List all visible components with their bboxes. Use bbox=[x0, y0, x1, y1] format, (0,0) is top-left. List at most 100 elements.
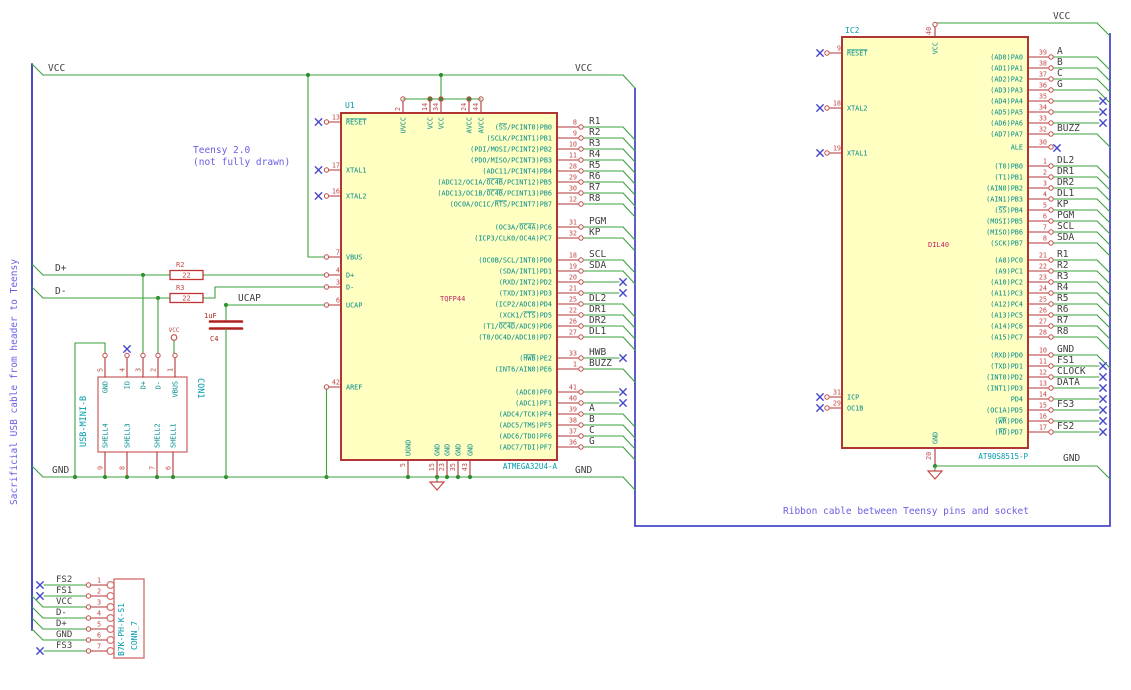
pin-name: (T1/OC4D/ADC9)PD6 bbox=[482, 323, 552, 331]
pin-name: UGND bbox=[405, 440, 413, 456]
note-teensy-1: Teensy 2.0 bbox=[193, 145, 250, 156]
pin-number: 19 bbox=[833, 145, 841, 153]
net-label: B bbox=[589, 414, 595, 425]
pin-name: D- bbox=[346, 284, 354, 292]
box-entry bbox=[1096, 78, 1111, 93]
bus-entry bbox=[31, 465, 44, 478]
pin-name: (A15)PC7 bbox=[990, 334, 1023, 342]
r2-resistor[interactable]: R222 bbox=[169, 261, 204, 281]
pin-end bbox=[1048, 144, 1054, 150]
pin-name: VBUS bbox=[172, 381, 180, 397]
net-label: R1 bbox=[589, 116, 601, 127]
no-connect-icon bbox=[619, 289, 627, 297]
pin-name: (MOSI)PB5 bbox=[986, 218, 1023, 226]
pin-end bbox=[824, 394, 830, 400]
pin-end bbox=[1048, 196, 1054, 202]
pin-name: AREF bbox=[346, 384, 362, 392]
pin-number: 31 bbox=[569, 219, 577, 227]
pin-name: AVCC bbox=[466, 117, 474, 133]
pin-name: GND bbox=[467, 444, 475, 456]
net-label: C bbox=[589, 425, 595, 436]
net-label: DL2 bbox=[589, 293, 606, 304]
pin-number: 33 bbox=[569, 350, 577, 358]
pin-name: (T1)PB1 bbox=[994, 174, 1023, 182]
r3-resistor[interactable]: R322 bbox=[169, 284, 204, 304]
gnd-power-symbol[interactable] bbox=[428, 476, 446, 491]
pin-end bbox=[578, 179, 584, 185]
net-label: A bbox=[1057, 46, 1063, 57]
box-entry bbox=[622, 137, 636, 152]
net-label: FS2 bbox=[56, 575, 72, 585]
ic2-symbol[interactable]: IC2DIL40AT90S8515-P40VCC20GND9RESET18XTA… bbox=[816, 21, 1061, 465]
note-ribbon: Ribbon cable between Teensy pins and soc… bbox=[783, 506, 1029, 517]
net-label: CLOCK bbox=[1057, 366, 1086, 377]
pin-name: (T0)PB0 bbox=[994, 163, 1023, 171]
net-label: R2 bbox=[1057, 260, 1068, 271]
c4-capacitor[interactable]: 1uF C4 bbox=[204, 304, 244, 478]
pin-number: 15 bbox=[428, 463, 436, 471]
no-connect-icon bbox=[123, 345, 131, 353]
pin-name: OC1B bbox=[847, 405, 863, 413]
pin-name: (OC0A/OC1C/RTS/PCINT7)PB7 bbox=[450, 201, 552, 209]
pin-end bbox=[1048, 76, 1054, 82]
usb-cable-bus[interactable]: Sacrificial USB cable from header to Tee… bbox=[9, 63, 44, 655]
pin-end bbox=[1048, 65, 1054, 71]
conn7-pin-circle bbox=[106, 635, 115, 644]
pin-end bbox=[578, 157, 584, 163]
conn7-symbol[interactable]: B7K-PH-K-S1 CONN_7 1 FS2 2 FS1 3 VCC 4 D- 5 D+ 6 GND 7… bbox=[56, 575, 145, 659]
pin-end bbox=[1048, 240, 1054, 246]
pin-number: 30 bbox=[569, 185, 577, 193]
pin-name: (ADC13/OC1B/OC4B/PCINT13)PB6 bbox=[437, 190, 552, 198]
pin-end bbox=[1048, 268, 1054, 274]
pin-end bbox=[578, 312, 584, 318]
box-entry bbox=[622, 325, 636, 340]
pin-end bbox=[85, 648, 92, 654]
pin-number: 8 bbox=[119, 466, 127, 470]
pin-end bbox=[1048, 396, 1054, 402]
vcc-power-symbol[interactable]: VCC bbox=[169, 327, 180, 354]
pin-number: 24 bbox=[1039, 285, 1047, 293]
pin-name: (AD6)PA6 bbox=[990, 120, 1023, 128]
con1-symbol[interactable]: CON1 USB-MINI-B 5 GND 4 ID 3 D+ 2 D- 1 VBUS 9 SHELL4 8… bbox=[79, 345, 205, 476]
pin-end bbox=[85, 593, 92, 599]
box-entry bbox=[622, 368, 636, 383]
pin-end bbox=[85, 626, 92, 632]
pin-number: 22 bbox=[1039, 263, 1047, 271]
u1-body[interactable] bbox=[340, 112, 558, 461]
u1-symbol[interactable]: U1TQFP44ATMEGA32U4-A2UVCC14VCC34VCC24AVC… bbox=[314, 96, 584, 476]
box-entry bbox=[1096, 165, 1111, 180]
notes: Teensy 2.0(not fully drawn) bbox=[193, 145, 290, 168]
box-entry bbox=[622, 181, 636, 196]
gnd-power-symbol[interactable] bbox=[926, 465, 944, 480]
pin-name: (AD3)PA3 bbox=[990, 87, 1023, 95]
pin-end bbox=[1048, 174, 1054, 180]
pin-name: (ADC11/PCINT4)PB4 bbox=[482, 168, 552, 176]
c4-value: 1uF bbox=[204, 312, 217, 320]
pin-number: 25 bbox=[569, 296, 577, 304]
pin-name: (AD2)PA2 bbox=[990, 76, 1023, 84]
net-label: SCL bbox=[1057, 221, 1074, 232]
pin-number: 9 bbox=[837, 45, 841, 53]
pin-name: (A9)PC1 bbox=[994, 268, 1023, 276]
net-label-gnd: GND bbox=[52, 465, 69, 476]
pin-number: 10 bbox=[569, 141, 577, 149]
no-connect-icon bbox=[1099, 373, 1107, 381]
pin-number: 6 bbox=[165, 466, 173, 470]
note-teensy-2: (not fully drawn) bbox=[193, 157, 290, 168]
net-label-gnd: GND bbox=[1063, 453, 1080, 464]
no-connect-icon bbox=[619, 388, 627, 396]
net-label: BUZZ bbox=[1057, 123, 1080, 134]
pin-number: 38 bbox=[1039, 60, 1047, 68]
pin-end bbox=[1048, 218, 1054, 224]
box-entry bbox=[622, 126, 636, 141]
box-entry bbox=[1096, 314, 1111, 329]
pin-end bbox=[1048, 207, 1054, 213]
pin-number: 10 bbox=[1039, 347, 1047, 355]
conn7-part: B7K-PH-K-S1 bbox=[117, 603, 126, 656]
pin-name: ICP bbox=[847, 394, 859, 402]
net-label: PGM bbox=[589, 216, 606, 227]
pin-number: 13 bbox=[332, 114, 340, 122]
no-connect-icon bbox=[36, 647, 44, 655]
pin-name: (AIN0)PB2 bbox=[986, 185, 1023, 193]
pin-name: (AD1)PA1 bbox=[990, 65, 1023, 73]
